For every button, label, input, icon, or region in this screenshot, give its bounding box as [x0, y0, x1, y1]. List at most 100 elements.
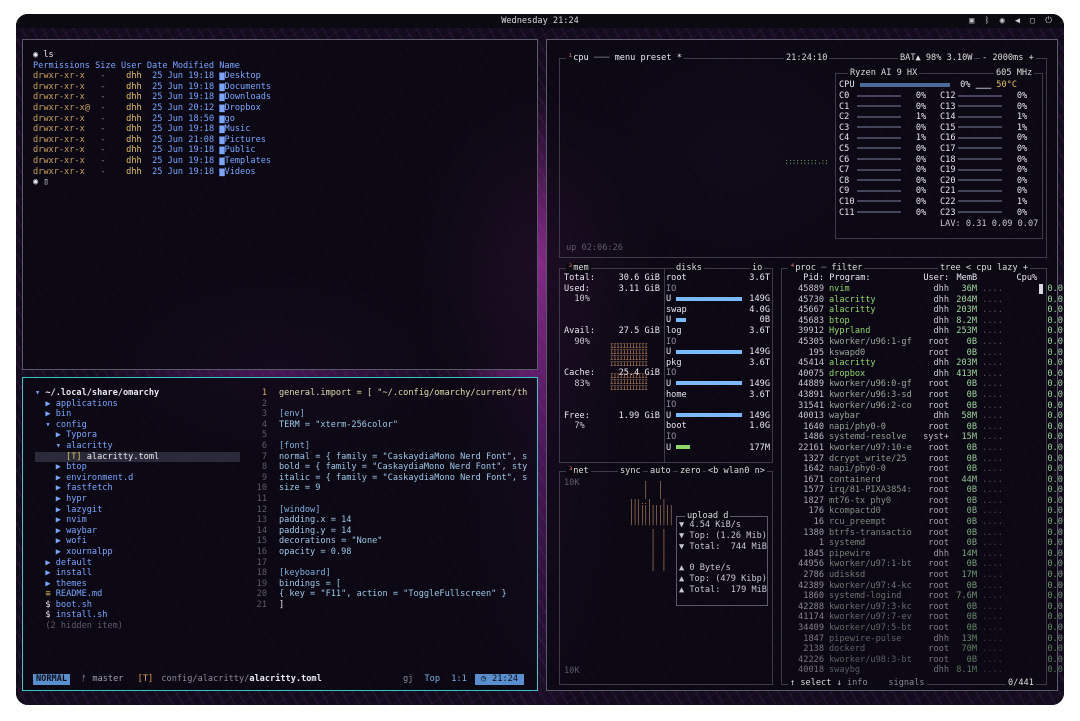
ls-name[interactable]: go — [225, 114, 235, 124]
code-line[interactable]: padding.x = 14 — [279, 515, 531, 526]
code-line[interactable] — [279, 399, 531, 410]
display-icon[interactable]: ▣ — [969, 14, 974, 28]
proc-scrollbar[interactable] — [1039, 284, 1043, 294]
process-row[interactable]: 1827 mt76-tx phy0 root 0B .... 0.0 — [782, 496, 1063, 507]
interval[interactable]: - 2000ms + — [980, 53, 1036, 64]
process-row[interactable]: 43891 kworker/u96:3-sd root 0B .... 0.0 — [782, 390, 1063, 401]
process-row[interactable]: 22161 kworker/u97:10-e root 0B .... 0.0 — [782, 443, 1063, 454]
ls-name[interactable]: Downloads — [225, 92, 272, 102]
code-line[interactable]: normal = { family = "CaskaydiaMono Nerd … — [279, 452, 531, 463]
tree-item[interactable]: ▶ fastfetch — [35, 483, 240, 494]
proc-options[interactable]: tree < cpu lazy + — [938, 263, 1031, 274]
code-line[interactable]: opacity = 0.98 — [279, 547, 531, 558]
process-row[interactable]: 40018 swaybg dhh 8.1M .... 0.0 — [782, 665, 1063, 676]
process-row[interactable]: 176 kcompactd0 root 0B .... 0.0 — [782, 506, 1062, 517]
process-row[interactable]: 41174 kworker/u97:7-ev root 0B .... 0.0 — [782, 612, 1063, 623]
process-row[interactable]: 1577 irq/81-PIXA3854: root 0B .... 0.0 — [782, 485, 1063, 496]
select-button[interactable]: select — [800, 678, 831, 688]
code-line[interactable] — [279, 494, 531, 505]
btop-window[interactable]: ¹cpu ─── menu preset * 21:24:10 BAT▲ 98%… — [546, 39, 1063, 691]
code-line[interactable]: size = 9 — [279, 483, 531, 494]
file-tree[interactable]: ▾ ~/.local/share/omarchy ▶ applications … — [35, 388, 240, 648]
code-line[interactable]: padding.y = 14 — [279, 526, 531, 537]
io-toggle[interactable]: io — [750, 263, 765, 274]
process-row[interactable]: 42389 kworker/u97:4-kc root 0B .... 0.0 — [782, 581, 1063, 592]
bluetooth-icon[interactable]: ᛒ — [984, 14, 989, 28]
process-row[interactable]: 1671 containerd root 44M .... 0.0 — [782, 475, 1063, 486]
tree-item[interactable]: ▶ default — [35, 558, 240, 569]
process-list[interactable]: 45889 nvim dhh 36M .... 0.0 45730 alacritty dhh… — [782, 284, 1063, 676]
code-line[interactable]: [window] — [279, 505, 531, 516]
ls-name[interactable]: Music — [225, 124, 251, 134]
terminal-window[interactable]: ◉ ls Permissions Size User Date Modified… — [22, 39, 538, 370]
tree-item[interactable]: ▶ xournalpp — [35, 547, 240, 558]
process-row[interactable]: 44889 kworker/u96:0-gf root 0B .... 0.0 — [782, 379, 1063, 390]
code-line[interactable]: { key = "F11", action = "ToggleFullscree… — [279, 589, 531, 600]
ls-name[interactable]: Templates — [225, 156, 272, 166]
cursor[interactable]: ▯ — [43, 177, 48, 187]
process-row[interactable]: 45683 btop dhh 8.2M .... 0.0 — [782, 316, 1063, 327]
net-zero[interactable]: zero — [678, 466, 703, 477]
process-row[interactable]: 45667 alacritty dhh 203M .... 0.0 — [782, 305, 1063, 316]
process-row[interactable]: 2138 dockerd root 70M .... 0.0 — [782, 644, 1063, 655]
tree-item[interactable]: $ boot.sh — [35, 600, 240, 611]
tree-item[interactable]: ▶ bin — [35, 409, 240, 420]
process-row[interactable]: 45305 kworker/u96:1-gf root 0B .... 0.0 — [782, 337, 1063, 348]
process-row[interactable]: 45730 alacritty dhh 204M .... 0.0 — [782, 295, 1063, 306]
preset-button[interactable]: preset — [640, 53, 671, 63]
net-auto[interactable]: auto — [648, 466, 673, 477]
tree-item[interactable]: ▶ hypr — [35, 494, 240, 505]
ls-name[interactable]: Pictures — [225, 135, 266, 145]
process-row[interactable]: 42288 kworker/u97:3-kc root 0B .... 0.0 — [782, 602, 1063, 613]
code-line[interactable]: TERM = "xterm-256color" — [279, 420, 531, 431]
process-row[interactable]: 1847 pipewire-pulse dhh 13M .... 0.0 — [782, 634, 1063, 645]
code-line[interactable]: ] — [279, 600, 531, 611]
tree-item[interactable]: ▶ Typora — [35, 430, 240, 441]
process-row[interactable]: 1860 systemd-logind root 7.6M .... 0.0 — [782, 591, 1063, 602]
tree-item[interactable]: ▶ environment.d — [35, 473, 240, 484]
tree-item[interactable]: ▶ install — [35, 568, 240, 579]
code-area[interactable]: general.import = [ "~/.config/omarchy/cu… — [279, 388, 531, 610]
process-row[interactable]: 1640 napi/phy0-0 root 0B .... 0.0 — [782, 422, 1063, 433]
signals-button[interactable]: signals — [888, 678, 924, 688]
net-sync[interactable]: sync — [618, 466, 643, 477]
process-row[interactable]: 34409 kworker/u97:5-bt root 0B .... 0.0 — [782, 623, 1063, 634]
net-iface[interactable]: <b wlan0 n> — [706, 466, 767, 477]
ls-name[interactable]: Public — [225, 145, 256, 155]
code-line[interactable]: [env] — [279, 409, 531, 420]
process-row[interactable]: 45414 alacritty dhh 203M .... 0.0 — [782, 358, 1063, 369]
code-line[interactable] — [279, 430, 531, 441]
ls-name[interactable]: Dropbox — [225, 103, 261, 113]
tree-item[interactable]: ▶ btop — [35, 462, 240, 473]
ls-name[interactable]: Videos — [225, 167, 256, 177]
tree-item[interactable]: $ install.sh — [35, 610, 240, 621]
tree-item[interactable]: ▶ nvim — [35, 515, 240, 526]
process-row[interactable]: 2786 udisksd root 17M .... 0.0 — [782, 570, 1063, 581]
tree-item[interactable]: ▾ config — [35, 420, 240, 431]
tree-item[interactable]: (2 hidden item) — [35, 621, 240, 632]
code-line[interactable]: general.import = [ "~/.config/omarchy/cu… — [279, 388, 531, 399]
process-row[interactable]: 39912 Hyprland dhh 253M .... 0.0 — [782, 326, 1063, 337]
process-row[interactable]: 1486 systemd-resolve syst+ 15M .... 0.0 — [782, 432, 1063, 443]
code-line[interactable]: [font] — [279, 441, 531, 452]
code-line[interactable]: bold = { family = "CaskaydiaMono Nerd Fo… — [279, 462, 531, 473]
clock[interactable]: Wednesday 21:24 — [16, 14, 1064, 28]
process-row[interactable]: 195 kswapd0 root 0B .... 0.0 — [782, 348, 1062, 359]
process-row[interactable]: 16 rcu_preempt root 0B .... 0.0 — [782, 517, 1063, 528]
process-row[interactable]: 40013 waybar dhh 58M .... 0.0 — [782, 411, 1063, 422]
tree-item[interactable]: ▶ applications — [35, 399, 240, 410]
process-row[interactable]: 45889 nvim dhh 36M .... 0.0 — [782, 284, 1063, 295]
tree-item[interactable]: ▶ themes — [35, 579, 240, 590]
process-row[interactable]: 1845 pipewire dhh 14M .... 0.0 — [782, 549, 1063, 560]
ls-name[interactable]: Desktop — [225, 71, 261, 81]
code-line[interactable] — [279, 558, 531, 569]
tree-item[interactable]: ▾ alacritty — [35, 441, 240, 452]
power-icon[interactable]: ⏻ — [1045, 14, 1052, 28]
process-row[interactable]: 1327 dcrypt_write/25 root 0B .... 0.0 — [782, 454, 1063, 465]
process-row[interactable]: 31541 kworker/u96:2-co root 0B .... 0.0 — [782, 401, 1063, 412]
code-line[interactable]: [keyboard] — [279, 568, 531, 579]
wifi-icon[interactable]: ◉ — [1000, 14, 1005, 28]
info-button[interactable]: info — [847, 678, 868, 688]
code-line[interactable]: italic = { family = "CaskaydiaMono Nerd … — [279, 473, 531, 484]
process-row[interactable]: 1642 napi/phy0-0 root 0B .... 0.0 — [782, 464, 1063, 475]
